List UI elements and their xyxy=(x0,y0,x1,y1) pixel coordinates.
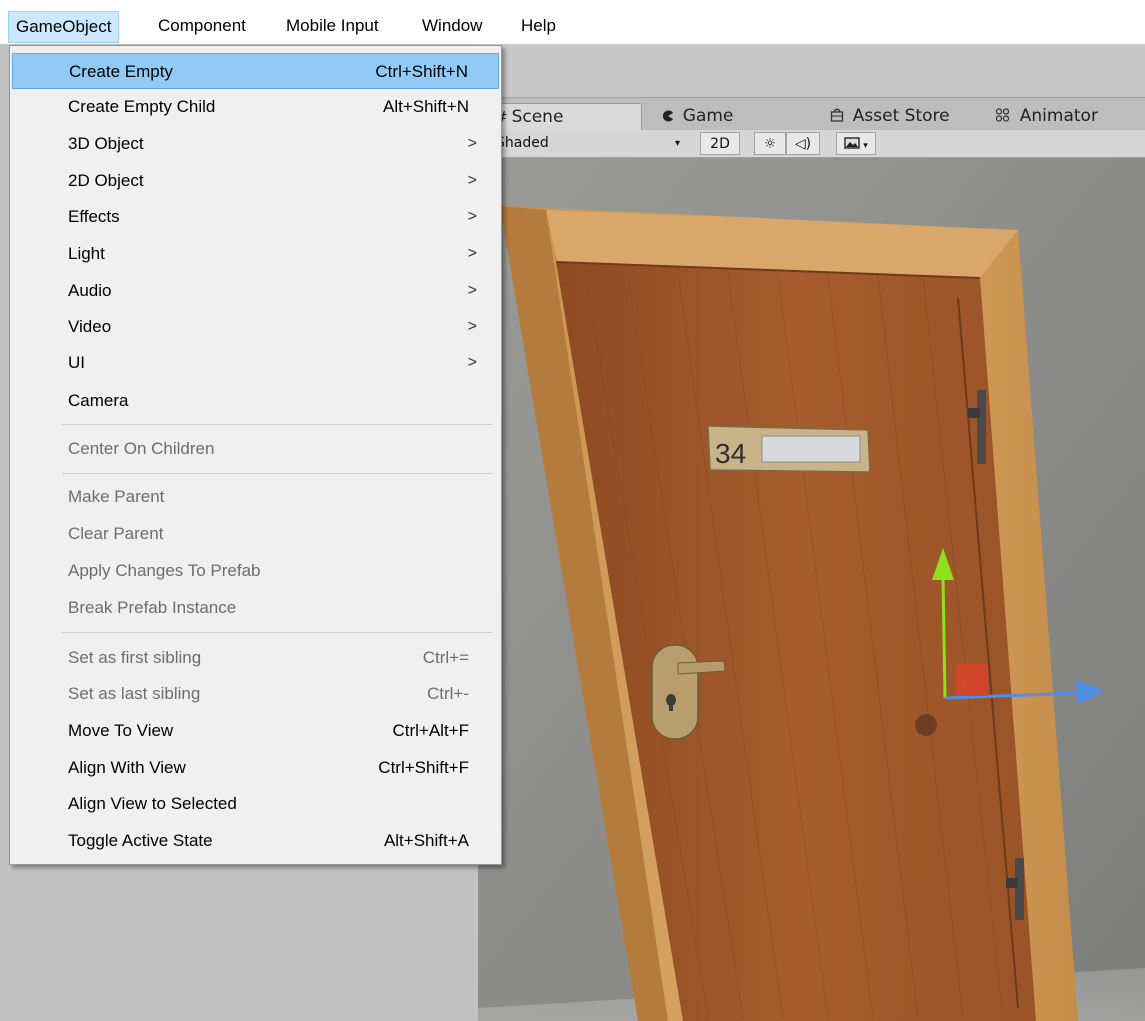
menu-component[interactable]: Component xyxy=(151,11,253,43)
menu-item-align-with-view[interactable]: Align With View Ctrl+Shift+F xyxy=(12,750,499,786)
menu-item-camera[interactable]: Camera xyxy=(12,383,499,419)
tab-game-label: Game xyxy=(682,106,734,126)
submenu-arrow-icon: > xyxy=(467,245,477,262)
menu-item-3d-object[interactable]: 3D Object > xyxy=(12,126,499,162)
menu-item-label: Create Empty Child xyxy=(68,97,216,116)
menu-item-set-as-last-sibling: Set as last sibling Ctrl+- xyxy=(12,676,499,712)
menu-item-label: 3D Object xyxy=(68,134,144,153)
shading-mode-dropdown[interactable]: Shaded xyxy=(496,133,549,155)
menu-item-label: Toggle Active State xyxy=(68,831,213,850)
animator-icon xyxy=(995,107,1016,125)
menu-item-light[interactable]: Light > xyxy=(12,236,499,272)
menu-item-shortcut: Ctrl+= xyxy=(422,648,469,667)
tab-game[interactable]: Game xyxy=(662,103,733,130)
menu-item-apply-changes-to-prefab: Apply Changes To Prefab xyxy=(12,553,499,589)
menu-item-audio[interactable]: Audio > xyxy=(12,273,499,309)
submenu-arrow-icon: > xyxy=(467,282,477,299)
menu-item-label: Move To View xyxy=(68,721,174,740)
scene-render: 34 xyxy=(478,158,1145,1021)
menu-item-shortcut: Ctrl+- xyxy=(426,684,469,703)
menu-item-label: Apply Changes To Prefab xyxy=(68,561,261,580)
menu-item-effects[interactable]: Effects > xyxy=(12,199,499,235)
menu-item-toggle-active-state[interactable]: Toggle Active State Alt+Shift+A xyxy=(12,823,499,859)
tab-animator[interactable]: Animator xyxy=(995,103,1098,130)
effects-dropdown-icon[interactable]: ▾ xyxy=(836,132,876,155)
shopping-bag-icon xyxy=(830,107,849,125)
menu-gameobject[interactable]: GameObject xyxy=(8,11,120,43)
submenu-arrow-icon: > xyxy=(467,354,477,371)
tab-asset-store[interactable]: Asset Store xyxy=(830,103,950,130)
menu-item-align-view-to-selected[interactable]: Align View to Selected xyxy=(12,786,499,822)
menu-item-shortcut: Ctrl+Shift+N xyxy=(375,62,468,81)
menu-item-make-parent: Make Parent xyxy=(12,479,499,515)
menu-separator xyxy=(62,632,493,633)
menu-item-center-on-children: Center On Children xyxy=(12,431,499,467)
menu-item-label: Camera xyxy=(68,391,129,410)
menu-item-label: Break Prefab Instance xyxy=(68,598,237,617)
menu-item-label: Make Parent xyxy=(68,487,165,506)
menu-item-shortcut: Ctrl+Shift+F xyxy=(378,758,469,777)
menu-item-label: Video xyxy=(68,317,112,336)
menu-item-set-as-first-sibling: Set as first sibling Ctrl+= xyxy=(12,640,499,676)
menu-item-video[interactable]: Video > xyxy=(12,309,499,345)
menu-item-label: Set as first sibling xyxy=(68,648,202,667)
submenu-arrow-icon: > xyxy=(467,135,477,152)
menu-item-label: 2D Object xyxy=(68,171,144,190)
menu-help[interactable]: Help xyxy=(514,11,563,43)
door-number: 34 xyxy=(715,438,746,469)
tab-scene-label: Scene xyxy=(511,107,564,127)
menu-item-shortcut: Alt+Shift+A xyxy=(383,831,469,850)
pacman-icon xyxy=(662,107,679,125)
hinge-bottom xyxy=(1015,858,1024,920)
menu-bar: GameObject Component Mobile Input Window… xyxy=(0,0,1145,44)
audio-toggle-icon[interactable]: ◁) xyxy=(786,132,820,155)
menu-item-move-to-view[interactable]: Move To View Ctrl+Alt+F xyxy=(12,713,499,749)
gizmo-center-handle[interactable] xyxy=(956,664,988,696)
submenu-arrow-icon: > xyxy=(467,318,477,335)
menu-item-create-empty-child[interactable]: Create Empty Child Alt+Shift+N xyxy=(12,89,499,125)
menu-item-shortcut: Alt+Shift+N xyxy=(383,97,469,116)
menu-mobile-input[interactable]: Mobile Input xyxy=(279,11,386,43)
scene-viewport[interactable]: 34 xyxy=(478,158,1145,1021)
tab-asset-store-label: Asset Store xyxy=(852,106,950,126)
menu-window[interactable]: Window xyxy=(415,11,489,43)
menu-item-break-prefab-instance: Break Prefab Instance xyxy=(12,590,499,626)
menu-item-label: UI xyxy=(68,353,85,372)
menu-item-ui[interactable]: UI > xyxy=(12,345,499,381)
submenu-arrow-icon: > xyxy=(467,172,477,189)
tab-scene[interactable]: #Scene xyxy=(486,103,642,130)
menu-item-label: Align View to Selected xyxy=(68,794,237,813)
tab-animator-label: Animator xyxy=(1019,106,1098,126)
menu-item-label: Create Empty xyxy=(69,62,173,81)
shading-dropdown-arrow-icon[interactable]: ▾ xyxy=(675,133,680,155)
gameobject-dropdown-menu: Create Empty Ctrl+Shift+N Create Empty C… xyxy=(9,45,502,865)
menu-item-label: Clear Parent xyxy=(68,524,164,543)
menu-item-label: Audio xyxy=(68,281,112,300)
door-handle-plate xyxy=(651,644,699,740)
toggle-2d-button[interactable]: 2D xyxy=(700,132,740,155)
menu-separator xyxy=(62,473,493,474)
menu-item-label: Effects xyxy=(68,207,120,226)
menu-item-label: Light xyxy=(68,244,105,263)
menu-item-shortcut: Ctrl+Alt+F xyxy=(392,721,469,740)
menu-item-create-empty[interactable]: Create Empty Ctrl+Shift+N xyxy=(12,53,499,89)
scene-toolbar: Shaded ▾ 2D ☼ ◁) ▾ xyxy=(478,130,1145,158)
menu-item-2d-object[interactable]: 2D Object > xyxy=(12,163,499,199)
menu-separator xyxy=(62,424,493,425)
submenu-arrow-icon: > xyxy=(467,208,477,225)
hinge-top xyxy=(977,390,986,464)
lighting-toggle-icon[interactable]: ☼ xyxy=(754,132,786,155)
menu-item-label: Center On Children xyxy=(68,439,215,458)
menu-item-label: Set as last sibling xyxy=(68,684,201,703)
menu-item-label: Align With View xyxy=(68,758,186,777)
menu-item-clear-parent: Clear Parent xyxy=(12,516,499,552)
